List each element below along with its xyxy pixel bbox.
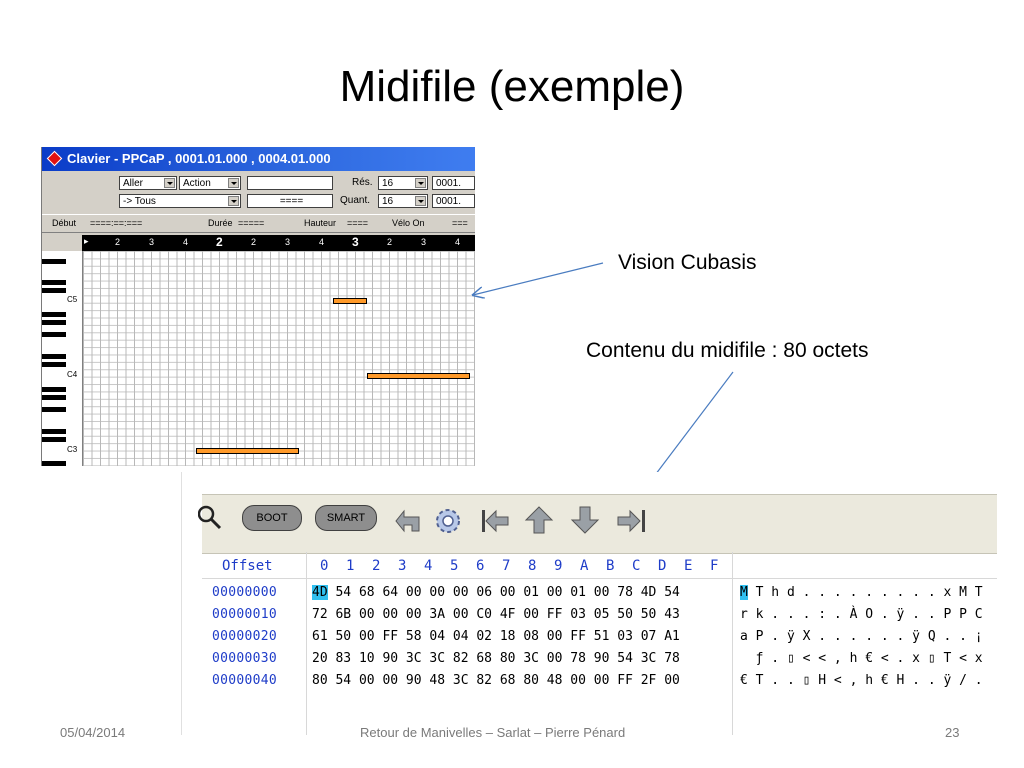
row-ascii[interactable]: € T . . ▯ H < , h € H . . ÿ / . [740,673,983,688]
cursor-byte[interactable]: 4D [312,585,328,600]
row-offset: 00000040 [212,673,278,688]
hex-data-grid: Offset 0 1 2 3 4 5 6 7 8 9 A B C D E F 0… [202,552,997,735]
row-ascii[interactable]: r k . . . : . À O . ÿ . . P P C [740,607,983,622]
search-icon[interactable] [198,505,222,531]
arrow-to-cubasis [473,262,604,295]
gear-icon[interactable] [432,505,464,537]
arrow-down-icon[interactable] [570,505,600,535]
row-offset: 00000020 [212,629,278,644]
footer-page-number: 23 [945,725,960,740]
hex-bytes-text: 54 68 64 00 00 00 06 00 01 00 01 00 78 4… [327,585,680,600]
hex-toolbar: BOOT SMART [198,494,997,554]
column-header: 7 [502,558,511,574]
first-page-icon[interactable] [480,507,510,535]
column-header: 2 [372,558,381,574]
header-divider [202,578,997,579]
row-ascii[interactable]: M T h d . . . . . . . . . x M T [740,585,983,600]
column-header: 3 [398,558,407,574]
smart-button-label: SMART [326,512,366,524]
column-header: 9 [554,558,563,574]
row-hex-bytes[interactable]: 72 6B 00 00 00 3A 00 C0 4F 00 FF 03 05 5… [312,607,680,622]
column-header: D [658,558,667,574]
column-header: 6 [476,558,485,574]
row-ascii[interactable]: a P . ÿ X . . . . . . ÿ Q . . ¡ [740,629,983,644]
column-divider [732,552,733,735]
row-ascii[interactable]: ƒ . ▯ < < , h € < . x ▯ T < x [740,651,983,666]
column-header: E [684,558,693,574]
row-hex-bytes[interactable]: 4D 54 68 64 00 00 00 06 00 01 00 01 00 7… [312,585,680,600]
column-header: F [710,558,719,574]
column-header: C [632,558,641,574]
ascii-text: T h d . . . . . . . . . x M T [755,585,983,600]
row-offset: 00000030 [212,651,278,666]
row-hex-bytes[interactable]: 80 54 00 00 90 48 3C 82 68 80 48 00 00 F… [312,673,680,688]
column-header: 1 [346,558,355,574]
footer-credits: Retour de Manivelles – Sarlat – Pierre P… [360,725,626,740]
column-divider [306,552,307,735]
column-header: 8 [528,558,537,574]
last-page-icon[interactable] [616,507,648,535]
column-header: A [580,558,589,574]
hex-editor-window: BOOT SMART Offset 0 1 2 3 4 5 6 7 8 9 A … [181,472,997,735]
boot-button[interactable]: BOOT [242,505,302,531]
cursor-char[interactable]: M [740,585,748,600]
row-hex-bytes[interactable]: 61 50 00 FF 58 04 04 02 18 08 00 FF 51 0… [312,629,680,644]
undo-arrow-icon[interactable] [392,507,422,535]
smart-button[interactable]: SMART [315,505,377,531]
arrow-up-icon[interactable] [524,505,554,535]
column-header: 0 [320,558,329,574]
column-header: 4 [424,558,433,574]
column-header: 5 [450,558,459,574]
column-header: B [606,558,615,574]
boot-button-label: BOOT [256,512,288,524]
row-offset: 00000000 [212,585,278,600]
offset-header: Offset [222,558,273,574]
row-hex-bytes[interactable]: 20 83 10 90 3C 3C 82 68 80 3C 00 78 90 5… [312,651,680,666]
footer-date: 05/04/2014 [60,725,126,740]
row-offset: 00000010 [212,607,278,622]
